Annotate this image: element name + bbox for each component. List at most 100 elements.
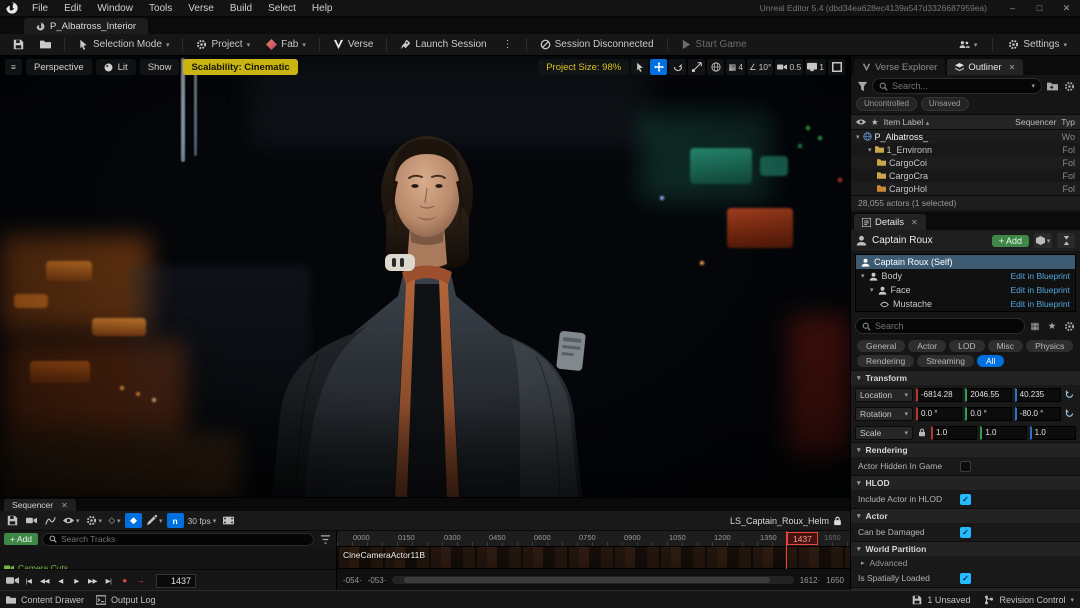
reset-rotation-icon[interactable]: [1064, 409, 1076, 418]
advanced-row[interactable]: ▸ Advanced: [851, 556, 1080, 569]
snap-toggle[interactable]: n: [167, 513, 184, 528]
filter-streaming[interactable]: Streaming: [917, 355, 974, 367]
working-range-end[interactable]: 1612·: [800, 576, 820, 585]
track-search-input[interactable]: [61, 534, 307, 544]
expander-icon[interactable]: ▾: [856, 133, 860, 141]
filter-rendering[interactable]: Rendering: [857, 355, 914, 367]
add-component-button[interactable]: + Add: [992, 235, 1029, 247]
rotation-dropdown[interactable]: Rotation ▾: [855, 407, 913, 421]
edit-options-dropdown[interactable]: ▾: [144, 513, 165, 528]
component-face[interactable]: ▾ Face Edit in Blueprint: [856, 283, 1075, 297]
scale-dropdown[interactable]: Scale ▾: [855, 426, 913, 440]
track-list[interactable]: Camera Cuts: [0, 547, 336, 569]
unsaved-button[interactable]: 1 Unsaved: [912, 595, 970, 605]
edit-in-blueprint-link[interactable]: Edit in Blueprint: [1010, 271, 1070, 281]
play-button[interactable]: ▶: [70, 577, 83, 585]
track-filter-icon[interactable]: [318, 534, 332, 545]
star-icon[interactable]: ★: [871, 117, 879, 128]
rotation-z-field[interactable]: -80.0 °: [1015, 407, 1061, 421]
range-end[interactable]: 1650: [826, 576, 844, 585]
maximize-viewport-button[interactable]: [828, 59, 845, 75]
current-frame-field[interactable]: 1437: [156, 574, 196, 588]
show-dropdown[interactable]: Show: [140, 59, 180, 75]
viewport-3d-scene[interactable]: [0, 56, 850, 497]
can-be-damaged-checkbox[interactable]: ✓: [960, 527, 971, 538]
minimize-button[interactable]: –: [999, 0, 1026, 17]
menu-tools[interactable]: Tools: [141, 3, 180, 14]
expander-icon[interactable]: ▾: [861, 272, 865, 280]
maximize-button[interactable]: □: [1026, 0, 1053, 17]
output-log-button[interactable]: Output Log: [96, 595, 156, 605]
reset-location-icon[interactable]: [1064, 390, 1076, 399]
save-all-button[interactable]: [6, 37, 31, 52]
location-dropdown[interactable]: Location ▾: [855, 388, 913, 402]
play-reverse-button[interactable]: ◀: [54, 577, 67, 585]
section-actor[interactable]: ▾ Actor: [851, 508, 1080, 523]
thumbnail-button[interactable]: [220, 513, 237, 528]
skip-to-end-button[interactable]: ▶|: [102, 577, 115, 585]
menu-help[interactable]: Help: [304, 3, 341, 14]
keyframe-options-dropdown[interactable]: ◇ ▾: [106, 513, 123, 528]
camera-icon[interactable]: [6, 576, 19, 585]
favorites-icon[interactable]: ★: [1045, 321, 1059, 332]
menu-select[interactable]: Select: [260, 3, 304, 14]
scale-x-field[interactable]: 1.0: [931, 426, 977, 440]
tab-verse-explorer[interactable]: Verse Explorer: [854, 59, 945, 75]
filter-misc[interactable]: Misc: [988, 340, 1023, 352]
badge-unsaved[interactable]: Unsaved: [921, 97, 969, 111]
skip-to-start-button[interactable]: |◀: [22, 577, 35, 585]
tab-level[interactable]: P_Albatross_Interior: [24, 18, 148, 34]
loop-toggle[interactable]: →: [134, 576, 147, 585]
section-hlod[interactable]: ▾ HLOD: [851, 475, 1080, 490]
scale-y-field[interactable]: 1.0: [980, 426, 1026, 440]
rotation-x-field[interactable]: 0.0 °: [916, 407, 962, 421]
rotate-tool-button[interactable]: [669, 59, 686, 75]
filter-all[interactable]: All: [977, 355, 1004, 367]
column-type[interactable]: Typ: [1061, 117, 1075, 127]
perspective-dropdown[interactable]: Perspective: [26, 59, 92, 75]
verse-button[interactable]: Verse: [326, 37, 381, 52]
location-x-field[interactable]: -6814.28: [916, 388, 962, 402]
range-start[interactable]: -054·: [343, 576, 362, 585]
component-mustache[interactable]: Mustache Edit in Blueprint: [856, 297, 1075, 311]
select-tool-button[interactable]: [631, 59, 648, 75]
outliner-row-world[interactable]: ▾ P_Albatross_ Wo: [851, 130, 1080, 143]
outliner-row-folder[interactable]: CargoCra Fol: [851, 169, 1080, 182]
start-game-button[interactable]: Start Game: [674, 37, 754, 52]
badge-uncontrolled[interactable]: Uncontrolled: [856, 97, 917, 111]
outliner-settings-icon[interactable]: [1062, 81, 1076, 92]
include-hlod-checkbox[interactable]: ✓: [960, 494, 971, 505]
filter-lod[interactable]: LOD: [949, 340, 984, 352]
column-item-label[interactable]: Item Label ▴: [884, 117, 1011, 127]
filter-actor[interactable]: Actor: [908, 340, 946, 352]
selection-mode-dropdown[interactable]: Selection Mode ▾: [71, 37, 176, 52]
playback-options-dropdown[interactable]: ▾: [84, 513, 105, 528]
move-tool-button[interactable]: [650, 59, 667, 75]
timeline-ruler[interactable]: 0000 0150 0300 0450 0600 0750 0900 1050 …: [337, 531, 850, 547]
details-search-input[interactable]: [875, 321, 1018, 331]
filter-physics[interactable]: Physics: [1026, 340, 1073, 352]
scale-lock-icon[interactable]: [916, 428, 928, 437]
tab-sequencer[interactable]: Sequencer ✕: [4, 499, 76, 511]
sequence-breadcrumb[interactable]: LS_Captain_Roux_Helm: [730, 516, 846, 526]
spatially-loaded-checkbox[interactable]: ✓: [960, 573, 971, 584]
sequencer-timeline[interactable]: 0000 0150 0300 0450 0600 0750 0900 1050 …: [337, 531, 850, 591]
close-icon[interactable]: ✕: [911, 218, 918, 227]
component-body[interactable]: ▾ Body Edit in Blueprint: [856, 269, 1075, 283]
close-icon[interactable]: ✕: [1009, 63, 1016, 72]
details-expand-button[interactable]: [1057, 233, 1075, 248]
tab-outliner[interactable]: Outliner ✕: [947, 59, 1023, 75]
column-sequencer[interactable]: Sequencer: [1015, 117, 1056, 127]
outliner-row-folder[interactable]: CargoHol Fol: [851, 182, 1080, 195]
curve-editor-button[interactable]: [42, 513, 59, 528]
fab-dropdown[interactable]: Fab ▾: [259, 37, 313, 52]
launch-session-button[interactable]: Launch Session: [393, 37, 493, 52]
edit-in-blueprint-link[interactable]: Edit in Blueprint: [1010, 285, 1070, 295]
captain-roux-character[interactable]: [0, 56, 850, 497]
menu-edit[interactable]: Edit: [56, 3, 89, 14]
session-status[interactable]: Session Disconnected: [533, 37, 661, 52]
filter-icon[interactable]: [855, 81, 869, 92]
working-range-start[interactable]: -053·: [368, 576, 387, 585]
revision-control-button[interactable]: Revision Control ▾: [984, 595, 1074, 605]
expander-icon[interactable]: ▾: [870, 286, 874, 294]
